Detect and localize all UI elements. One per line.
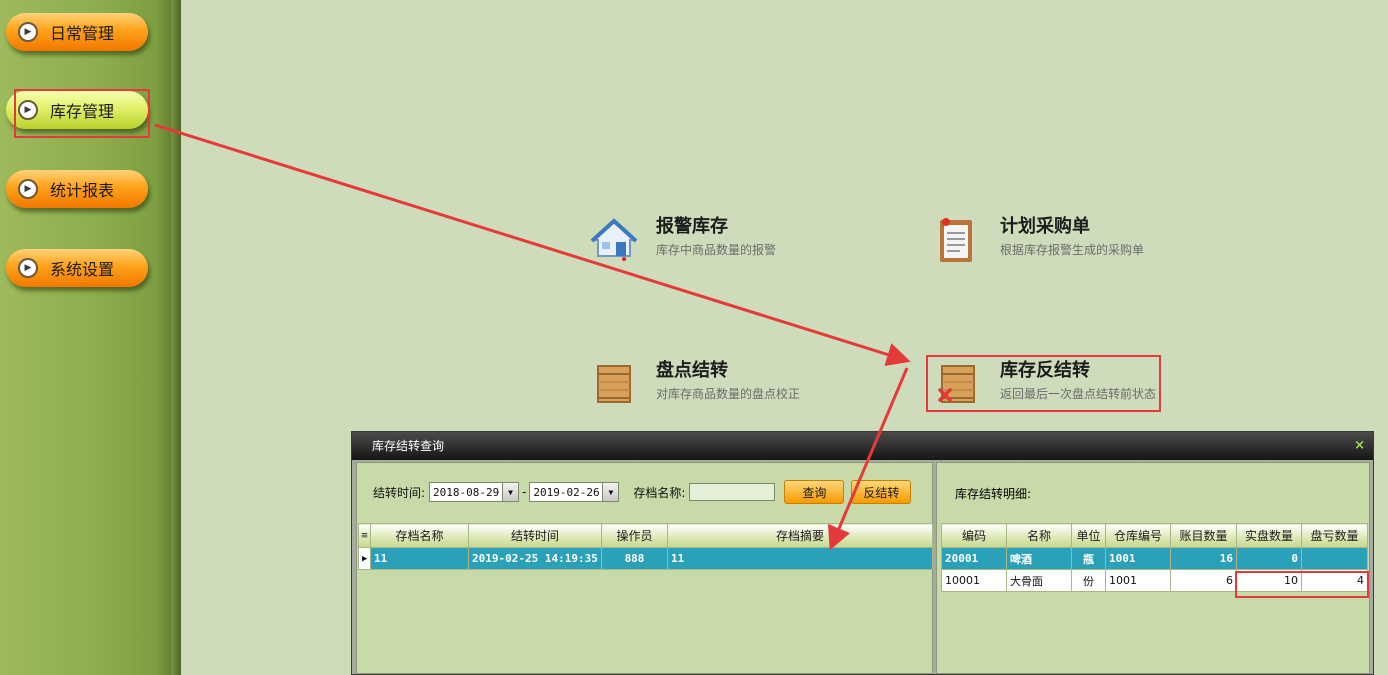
sidebar-item-reports[interactable]: ▶ 统计报表 [6,170,148,208]
tile-alarm-stock[interactable]: 报警库存 库存中商品数量的报警 [590,216,776,264]
column-header[interactable]: 编码 [941,523,1007,548]
arrow-to-reverse-carryover [154,123,911,367]
date-from-picker[interactable]: 2018-08-29 ▼ [429,482,520,502]
close-icon[interactable]: × [1354,432,1365,460]
table-cell: 4 [1301,569,1368,592]
filter-bar: 结转时间: 2018-08-29 ▼ - 2019-02-26 ▼ 存档名称: … [373,480,912,504]
table-row[interactable]: 10001 大骨面 份 1001 6 10 4 [941,569,1368,592]
table-row[interactable]: ▶ 11 2019-02-25 14:19:35 888 11 [358,547,933,570]
dialog-title: 库存结转查询 [372,439,445,453]
tile-desc: 对库存商品数量的盘点校正 [656,387,801,401]
column-header[interactable]: 结转时间 [468,523,602,548]
sidebar: ▶ 日常管理 ▶ 库存管理 ▶ 统计报表 ▶ 系统设置 [0,0,181,675]
play-icon: ▶ [18,179,38,199]
tile-stocktake[interactable]: 盘点结转 对库存商品数量的盘点校正 [590,360,800,408]
table-cell: 20001 [941,547,1007,570]
dialog-titlebar: 库存结转查询 × [352,432,1373,460]
column-header[interactable]: 操作员 [601,523,668,548]
date-to-value: 2019-02-26 [533,485,600,499]
table-cell: 10001 [941,569,1007,592]
column-header[interactable]: 单位 [1071,523,1106,548]
date-separator: - [522,485,527,499]
carryover-time-label: 结转时间: [373,485,426,500]
detail-pane: 库存结转明细: 编码 名称 单位 仓库编号 账目数量 实盘数量 盘亏数量 200… [936,462,1370,674]
table-cell: 6 [1170,569,1237,592]
chevron-down-icon[interactable]: ▼ [602,483,619,501]
play-icon: ▶ [18,258,38,278]
column-header[interactable]: 账目数量 [1170,523,1237,548]
tile-title: 计划采购单 [1000,216,1090,237]
tile-desc: 根据库存报警生成的采购单 [1000,243,1145,257]
table-cell: 大骨面 [1006,569,1072,592]
table-cell: 16 [1170,547,1237,570]
column-header[interactable]: 存档名称 [370,523,469,548]
archive-name-input[interactable] [689,483,776,501]
table-header-row: ≡ 存档名称 结转时间 操作员 存档摘要 [358,523,933,548]
chevron-down-icon[interactable]: ▼ [502,483,519,501]
table-cell: 啤酒 [1006,547,1072,570]
sidebar-item-label: 库存管理 [50,102,115,121]
row-pointer-icon: ▶ [358,547,371,570]
play-icon: ▶ [18,22,38,42]
table-cell: 0 [1236,547,1302,570]
table-cell: 2019-02-25 14:19:35 [468,547,602,570]
crate-icon [597,365,631,403]
date-from-value: 2018-08-29 [433,485,500,499]
tile-purchase-plan[interactable]: 计划采购单 根据库存报警生成的采购单 [934,216,1144,264]
tile-desc: 返回最后一次盘点结转前状态 [1000,387,1157,401]
table-header-row: 编码 名称 单位 仓库编号 账目数量 实盘数量 盘亏数量 [941,523,1368,548]
table-cell [1301,547,1368,570]
tile-reverse-carryover[interactable]: 库存反结转 返回最后一次盘点结转前状态 [934,360,1156,408]
inventory-carryover-dialog: 库存结转查询 × 结转时间: 2018-08-29 ▼ - 2019-02-26… [351,431,1374,675]
sidebar-item-label: 系统设置 [50,260,115,279]
column-header[interactable]: 仓库编号 [1105,523,1171,548]
tile-title: 库存反结转 [1000,360,1090,381]
reverse-carryover-button[interactable]: 反结转 [851,480,912,504]
table-cell: 瓶 [1071,547,1106,570]
date-to-picker[interactable]: 2019-02-26 ▼ [529,482,620,502]
sidebar-item-label: 统计报表 [50,181,115,200]
tile-title: 盘点结转 [656,360,728,381]
table-cell: 11 [667,547,933,570]
crate-cancel-icon [938,365,975,403]
clipboard-icon [940,218,972,262]
archive-table: ≡ 存档名称 结转时间 操作员 存档摘要 ▶ 11 2019-02-25 14:… [358,523,933,570]
archive-list-pane: 结转时间: 2018-08-29 ▼ - 2019-02-26 ▼ 存档名称: … [356,462,933,674]
table-row[interactable]: 20001 啤酒 瓶 1001 16 0 [941,547,1368,570]
sidebar-item-inventory[interactable]: ▶ 库存管理 [6,91,148,129]
table-cell: 10 [1236,569,1302,592]
table-cell: 1001 [1105,547,1171,570]
table-cell: 份 [1071,569,1106,592]
column-header[interactable]: 名称 [1006,523,1072,548]
table-cell: 888 [601,547,668,570]
house-alarm-icon [590,218,638,261]
tile-title: 报警库存 [656,216,728,237]
sidebar-item-settings[interactable]: ▶ 系统设置 [6,249,148,287]
query-button[interactable]: 查询 [784,480,845,504]
table-cell: 1001 [1105,569,1171,592]
archive-name-label: 存档名称: [633,485,686,500]
sidebar-item-daily[interactable]: ▶ 日常管理 [6,13,148,51]
detail-table: 编码 名称 单位 仓库编号 账目数量 实盘数量 盘亏数量 20001 啤酒 瓶 … [941,523,1368,592]
table-cell: 11 [370,547,469,570]
row-indicator-header: ≡ [358,523,371,548]
sidebar-item-label: 日常管理 [50,24,115,43]
tile-desc: 库存中商品数量的报警 [656,243,777,257]
column-header[interactable]: 存档摘要 [667,523,933,548]
play-icon: ▶ [18,100,38,120]
detail-label: 库存结转明细: [955,487,1032,501]
column-header[interactable]: 实盘数量 [1236,523,1302,548]
column-header[interactable]: 盘亏数量 [1301,523,1368,548]
